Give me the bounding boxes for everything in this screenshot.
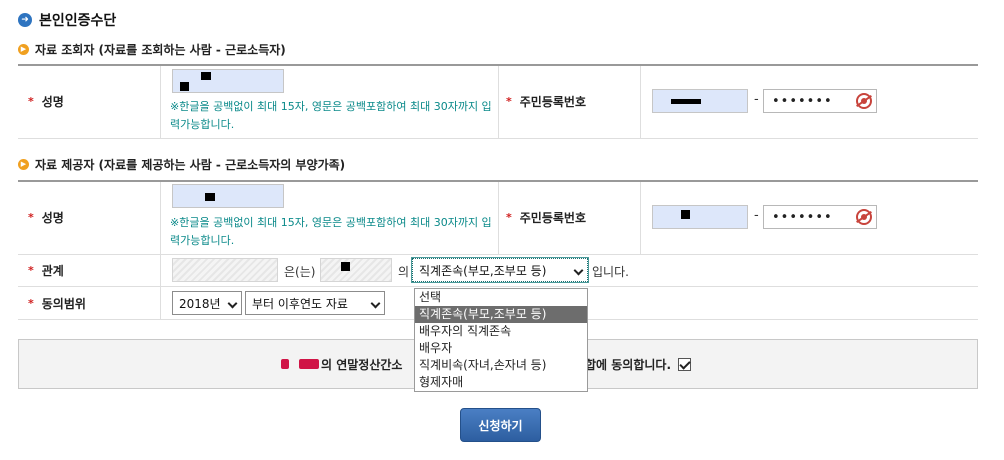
- section-provider-heading: ▶ 자료 제공자 (자료를 제공하는 사람 - 근로소득자의 부양가족): [18, 155, 345, 173]
- bullet-arrow-icon: ▶: [18, 43, 29, 55]
- masked-block: [341, 262, 350, 271]
- row-border: [18, 138, 978, 139]
- relation-label: * 관계: [28, 263, 64, 278]
- consent-range-label: * 동의범위: [28, 296, 86, 311]
- page-title-text: 본인인증수단: [39, 13, 117, 29]
- chevron-down-icon: [573, 265, 584, 276]
- masked-block: [205, 193, 215, 201]
- provider-name-input[interactable]: [172, 184, 284, 208]
- name-input-hint: ※한글을 공백없이 최대 15자, 영문은 공백포함하여 최대 30자까지 입력…: [170, 216, 492, 247]
- dropdown-option[interactable]: 형제자매: [415, 374, 587, 391]
- provider-rrn-front-input[interactable]: [652, 205, 748, 229]
- masked-block: [681, 210, 690, 219]
- dropdown-option[interactable]: 배우자: [415, 340, 587, 357]
- required-icon: *: [28, 94, 34, 108]
- relation-provider-name-display: [320, 258, 392, 282]
- required-icon: *: [28, 263, 34, 277]
- col-divider: [498, 182, 499, 254]
- consent-text-tail: 합에 동의합니다.: [585, 354, 692, 374]
- relation-select[interactable]: 직계존속(부모,조부모 등): [411, 257, 589, 283]
- dropdown-option[interactable]: 직계존속(부모,조부모 등): [415, 306, 587, 323]
- provider-rrn-back-input[interactable]: •••••••: [763, 205, 877, 229]
- required-icon: *: [28, 210, 34, 224]
- masked-block: [180, 82, 189, 91]
- arrow-circle-icon: ➜: [18, 13, 32, 27]
- dropdown-option[interactable]: 직계비속(자녀,손자녀 등): [415, 357, 587, 374]
- relation-suffix: 입니다.: [592, 265, 629, 279]
- provider-name-label: * 성명: [28, 210, 64, 225]
- row-border: [18, 286, 978, 287]
- viewer-rrn-back-input[interactable]: •••••••: [763, 89, 877, 113]
- consent-scope-select[interactable]: 부터 이후연도 자료: [245, 291, 385, 315]
- col-divider: [498, 66, 499, 138]
- masked-block: [281, 359, 289, 369]
- viewer-name-input[interactable]: [172, 69, 284, 93]
- bullet-arrow-icon: ▶: [18, 158, 29, 170]
- consent-year-select[interactable]: 2018년: [172, 291, 242, 315]
- masked-block: [201, 72, 211, 80]
- consent-text: 의 연말정산간소: [281, 354, 402, 374]
- eye-toggle-icon[interactable]: [856, 209, 872, 225]
- viewer-rrn-label: * 주민등록번호: [506, 94, 587, 109]
- required-icon: *: [506, 94, 512, 108]
- rrn-dash: -: [754, 208, 759, 223]
- col-divider: [160, 66, 161, 138]
- section-viewer-heading: ▶ 자료 조회자 (자료를 조회하는 사람 - 근로소득자): [18, 40, 286, 58]
- masked-block: [299, 359, 319, 369]
- name-input-hint: ※한글을 공백없이 최대 15자, 영문은 공백포함하여 최대 30자까지 입력…: [170, 100, 492, 131]
- dropdown-option[interactable]: 선택: [415, 289, 587, 306]
- col-divider: [640, 182, 641, 254]
- provider-rrn-label: * 주민등록번호: [506, 210, 587, 225]
- relation-dropdown-list: 선택 직계존속(부모,조부모 등) 배우자의 직계존속 배우자 직계비속(자녀,…: [414, 288, 588, 392]
- viewer-name-label: * 성명: [28, 94, 64, 109]
- chevron-down-icon: [227, 298, 238, 309]
- row-border: [18, 254, 978, 255]
- dropdown-option[interactable]: 배우자의 직계존속: [415, 323, 587, 340]
- required-icon: *: [506, 210, 512, 224]
- page-title: ➜ 본인인증수단: [18, 10, 116, 30]
- required-icon: *: [28, 296, 34, 310]
- relation-particle: 은(는): [284, 265, 316, 279]
- relation-particle: 의: [398, 265, 410, 279]
- rrn-dash: -: [754, 92, 759, 107]
- relation-viewer-name-display: [172, 258, 278, 282]
- consent-checkbox[interactable]: [678, 357, 692, 371]
- masked-block: [671, 99, 701, 104]
- viewer-rrn-front-input[interactable]: [652, 89, 748, 113]
- col-divider: [640, 66, 641, 138]
- chevron-down-icon: [370, 298, 381, 309]
- eye-toggle-icon[interactable]: [856, 93, 872, 109]
- submit-button[interactable]: 신청하기: [460, 408, 541, 442]
- col-divider: [160, 182, 161, 319]
